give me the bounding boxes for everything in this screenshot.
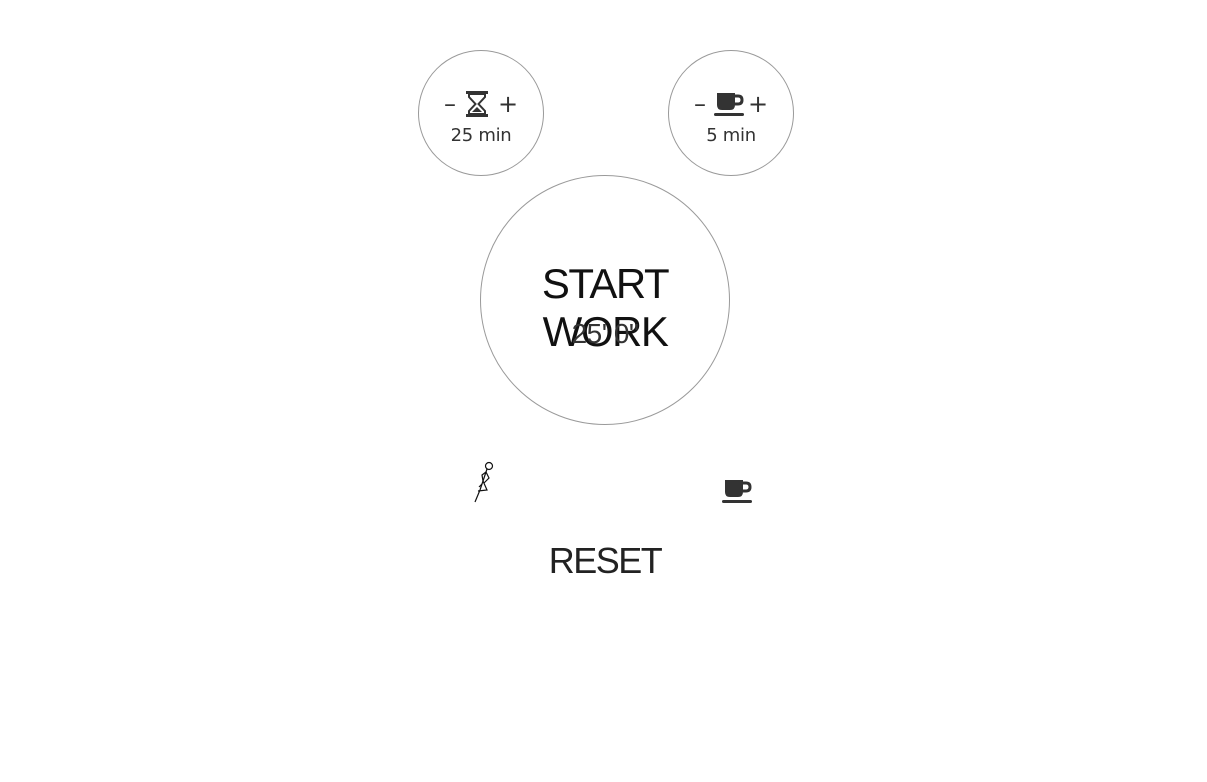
break-decrement-button[interactable]: – [694, 92, 706, 116]
work-duration-setter: – + 25 min [418, 50, 544, 176]
break-duration-setter: – + 5 min [668, 50, 794, 176]
reset-button[interactable]: RESET [520, 540, 690, 582]
coffee-cup-icon [712, 89, 744, 119]
work-decrement-button[interactable]: – [444, 92, 456, 116]
break-duration-controls: – + [669, 89, 793, 119]
timer-countdown: 25' 0" [571, 318, 639, 349]
work-increment-button[interactable]: + [498, 92, 518, 116]
start-work-button[interactable]: START WORK 25' 0" [480, 175, 730, 425]
coffee-cup-icon [720, 477, 754, 505]
hourglass-icon [462, 89, 492, 119]
break-duration-value: 5 min [706, 125, 756, 146]
walking-figure-icon [470, 460, 498, 504]
work-duration-controls: – + [419, 89, 543, 119]
work-duration-value: 25 min [450, 125, 512, 146]
pomodoro-app: – + 25 min – + 5 min START WORK 25' 0" R… [0, 0, 1207, 782]
break-increment-button[interactable]: + [748, 92, 768, 116]
